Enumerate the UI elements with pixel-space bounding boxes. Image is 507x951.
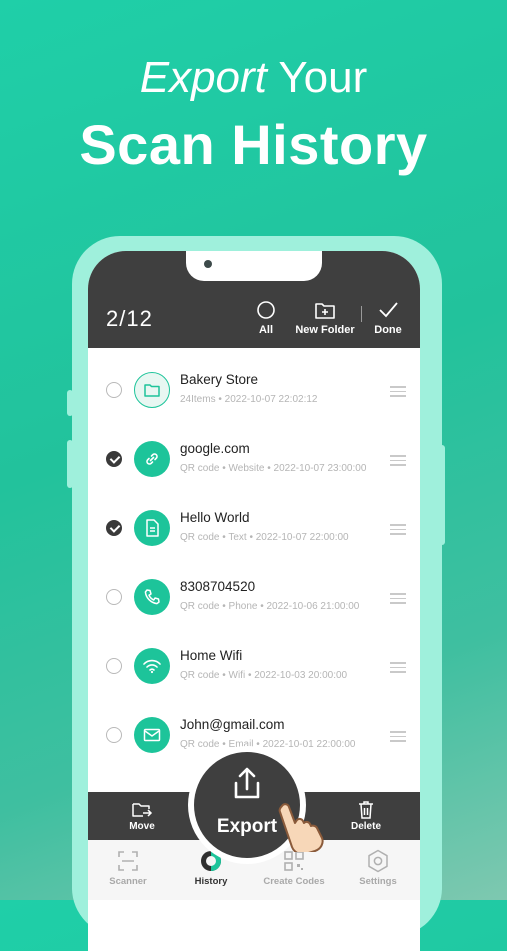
phone-side-button [67,390,73,416]
trash-icon [359,801,373,819]
drag-handle-icon[interactable] [390,662,406,676]
drag-handle-icon[interactable] [390,593,406,607]
headline-line2: Scan History [79,113,428,176]
folder-icon [134,372,170,408]
new-folder-button[interactable]: New Folder [292,299,358,336]
move-button[interactable]: Move [124,800,160,832]
link-icon [134,441,170,477]
list-item[interactable]: Home Wifi QR code • Wifi • 2022-10-03 20… [88,634,420,702]
move-icon [132,803,153,817]
move-label: Move [129,821,155,832]
phone-icon [134,579,170,615]
item-subtitle: QR code • Website • 2022-10-07 23:00:00 [180,463,367,474]
item-subtitle: QR code • Wifi • 2022-10-03 20:00:00 [180,670,348,681]
done-label: Done [374,324,402,336]
mail-icon [134,717,170,753]
drag-handle-icon[interactable] [390,524,406,538]
row-checkbox-checked[interactable] [106,451,122,467]
item-subtitle: QR code • Text • 2022-10-07 22:00:00 [180,532,349,543]
tab-label: Scanner [109,876,147,887]
pointing-hand-icon [278,803,324,852]
headline-line1: Export Your [0,52,507,104]
tab-label: History [194,876,228,887]
settings-icon [368,849,388,873]
drag-handle-icon[interactable] [390,455,406,469]
share-upload-icon [234,767,260,799]
list-item[interactable]: Bakery Store 24Items • 2022-10-07 22:02:… [88,358,420,426]
row-checkbox[interactable] [106,589,122,605]
circle-icon [257,301,275,319]
delete-label: Delete [350,821,381,832]
phone-notch [186,251,322,281]
camera-dot [204,260,212,268]
toolbar-divider [361,306,362,322]
phone-side-button [67,440,73,488]
item-subtitle: QR code • Email • 2022-10-01 22:00:00 [180,739,356,750]
item-title: google.com [180,441,250,456]
list-item[interactable]: google.com QR code • Website • 2022-10-0… [88,427,420,495]
done-button[interactable]: Done [370,299,406,336]
new-folder-label: New Folder [295,324,355,336]
headline-emphasis: Export [139,53,267,102]
list-item[interactable]: 8308704520 QR code • Phone • 2022-10-06 … [88,565,420,633]
item-subtitle: 24Items • 2022-10-07 22:02:12 [180,394,318,405]
scanner-icon [118,851,138,871]
list-item[interactable]: Hello World QR code • Text • 2022-10-07 … [88,496,420,564]
drag-handle-icon[interactable] [390,386,406,400]
checkmark-icon [379,302,398,318]
phone-side-button [439,445,445,545]
tab-label: Settings [359,876,397,887]
item-title: Home Wifi [180,648,243,663]
headline-rest: Your [266,53,368,102]
row-checkbox[interactable] [106,658,122,674]
item-title: John@gmail.com [180,717,285,732]
document-icon [134,510,170,546]
delete-button[interactable]: Delete [346,800,386,832]
select-all-label: All [258,324,274,336]
wifi-icon [134,648,170,684]
row-checkbox[interactable] [106,727,122,743]
selection-count: 2/12 [106,306,153,331]
item-subtitle: QR code • Phone • 2022-10-06 21:00:00 [180,601,360,612]
new-folder-icon [315,303,335,319]
row-checkbox[interactable] [106,382,122,398]
item-title: 8308704520 [180,579,256,594]
row-checkbox-checked[interactable] [106,520,122,536]
tab-settings[interactable]: Settings [350,848,406,887]
item-title: Hello World [180,510,250,525]
item-title: Bakery Store [180,372,259,387]
select-all-button[interactable]: All [248,299,284,336]
tab-scanner[interactable]: Scanner [100,848,156,887]
qr-code-icon [284,851,304,871]
tab-label: Create Codes [263,876,325,887]
drag-handle-icon[interactable] [390,731,406,745]
